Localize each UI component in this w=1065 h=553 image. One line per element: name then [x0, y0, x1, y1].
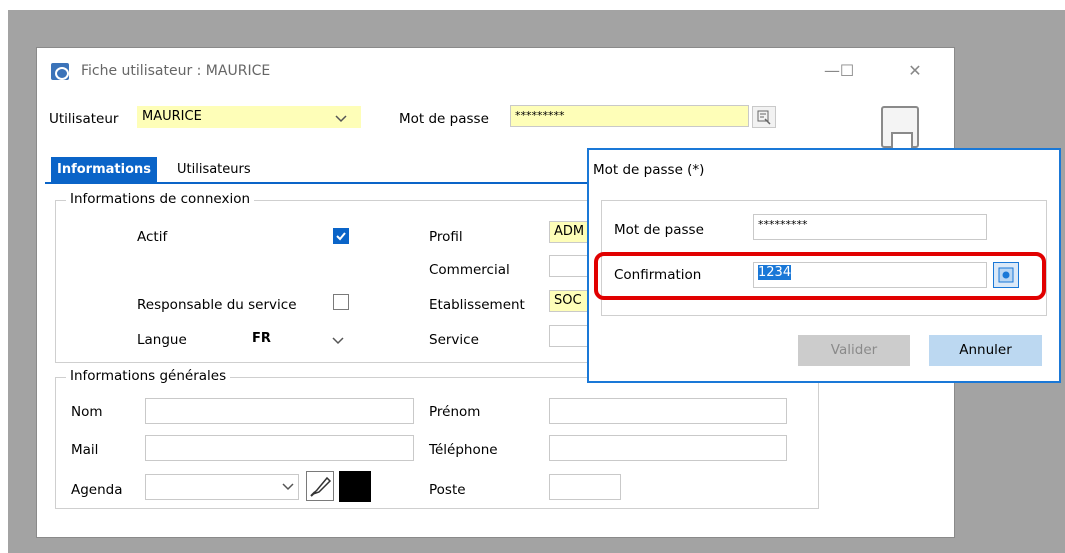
- annuler-button[interactable]: Annuler: [929, 335, 1042, 366]
- profil-field[interactable]: ADM: [549, 221, 589, 243]
- agenda-label: Agenda: [71, 482, 123, 498]
- service-field[interactable]: [549, 325, 589, 347]
- user-label: Utilisateur: [49, 111, 119, 127]
- color-picker-icon[interactable]: [306, 471, 334, 501]
- valider-button[interactable]: Valider: [798, 335, 910, 366]
- telephone-field[interactable]: [549, 435, 787, 461]
- title-bar: Fiche utilisateur : MAURICE — ☐ ✕: [37, 48, 954, 94]
- langue-label: Langue: [137, 332, 187, 348]
- tab-informations[interactable]: Informations: [51, 157, 158, 182]
- maximize-button[interactable]: ☐: [827, 56, 867, 86]
- password-label: Mot de passe: [399, 111, 489, 127]
- color-swatch[interactable]: [339, 471, 371, 502]
- dialog-title: Mot de passe (*): [593, 162, 705, 178]
- tab-utilisateurs[interactable]: Utilisateurs: [171, 157, 257, 182]
- nom-label: Nom: [71, 404, 103, 420]
- close-button[interactable]: ✕: [895, 56, 935, 86]
- chevron-down-icon[interactable]: [331, 336, 345, 346]
- commercial-field[interactable]: [549, 255, 589, 277]
- connexion-group-title: Informations de connexion: [66, 191, 255, 207]
- service-label: Service: [429, 332, 479, 348]
- save-icon[interactable]: [881, 106, 919, 148]
- poste-label: Poste: [429, 482, 466, 498]
- prenom-field[interactable]: [549, 398, 787, 424]
- prenom-label: Prénom: [429, 404, 481, 420]
- dialog-password-field[interactable]: *********: [753, 214, 987, 240]
- responsable-checkbox[interactable]: [333, 294, 349, 310]
- etablissement-field[interactable]: SOC: [549, 290, 589, 312]
- responsable-label: Responsable du service: [137, 297, 297, 313]
- mail-label: Mail: [71, 442, 99, 458]
- chevron-down-icon[interactable]: [281, 482, 295, 492]
- confirmation-highlight: [594, 252, 1046, 300]
- chevron-down-icon[interactable]: [334, 114, 348, 124]
- actif-checkbox[interactable]: [333, 228, 349, 244]
- password-field[interactable]: *********: [510, 105, 749, 127]
- telephone-label: Téléphone: [429, 442, 498, 458]
- generales-group-title: Informations générales: [66, 368, 231, 384]
- commercial-label: Commercial: [429, 262, 510, 278]
- nom-field[interactable]: [145, 398, 414, 424]
- edit-password-icon[interactable]: [752, 106, 776, 128]
- actif-label: Actif: [137, 229, 168, 245]
- profil-label: Profil: [429, 229, 463, 245]
- mail-field[interactable]: [145, 435, 414, 461]
- user-select[interactable]: MAURICE: [137, 106, 361, 128]
- poste-field[interactable]: [549, 474, 621, 500]
- etablissement-label: Etablissement: [429, 297, 525, 313]
- window-title: Fiche utilisateur : MAURICE: [81, 63, 271, 79]
- app-icon: [51, 63, 69, 80]
- dialog-password-label: Mot de passe: [614, 222, 704, 238]
- agenda-select[interactable]: [145, 474, 299, 500]
